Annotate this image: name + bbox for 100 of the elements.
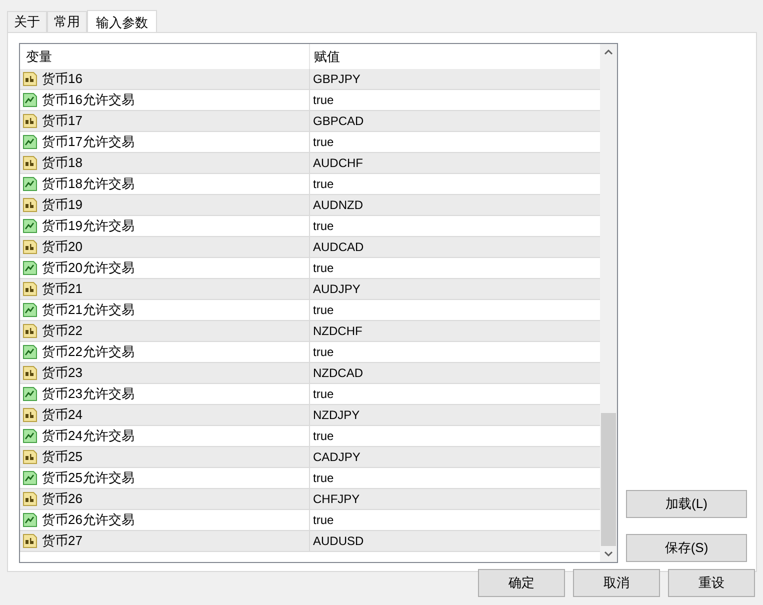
variable-name: 货币21允许交易 — [42, 301, 134, 320]
variable-value: CADJPY — [312, 449, 360, 466]
variable-name: 货币24 — [42, 406, 82, 424]
variable-name: 货币16 — [42, 70, 82, 88]
variable-value: true — [312, 92, 334, 109]
scroll-up-icon[interactable] — [604, 49, 613, 55]
tab[interactable]: 关于 — [7, 11, 47, 32]
variable-name: 货币26 — [42, 490, 82, 508]
boolean-type-icon — [22, 134, 38, 150]
variable-value: true — [312, 470, 334, 487]
text-type-icon — [22, 491, 38, 507]
variable-value: NZDCAD — [312, 365, 363, 382]
table-row[interactable]: 货币16 GBPJPY — [20, 69, 600, 90]
table-row[interactable]: 货币17 GBPCAD — [20, 111, 600, 132]
variable-value: true — [312, 302, 334, 319]
column-header[interactable]: 赋值 — [310, 46, 340, 66]
table-row[interactable]: 货币24 NZDJPY — [20, 405, 600, 426]
boolean-type-icon — [22, 176, 38, 192]
variable-value: AUDJPY — [312, 281, 360, 298]
variable-name: 货币17允许交易 — [42, 133, 134, 152]
text-type-icon — [22, 281, 38, 297]
dialog-button[interactable]: 确定 — [478, 569, 565, 597]
boolean-type-icon — [22, 512, 38, 528]
text-type-icon — [22, 155, 38, 171]
variable-value: true — [312, 260, 334, 277]
variable-name: 货币24允许交易 — [42, 427, 134, 446]
table-row[interactable]: 货币24允许交易 true — [20, 426, 600, 447]
table-row[interactable]: 货币17允许交易 true — [20, 132, 600, 153]
boolean-type-icon — [22, 260, 38, 276]
variable-value: GBPJPY — [312, 71, 360, 88]
variable-value: true — [312, 344, 334, 361]
dialog-button[interactable]: 取消 — [573, 569, 660, 597]
side-button[interactable]: 保存(S) — [626, 534, 747, 562]
table-row[interactable]: 货币21 AUDJPY — [20, 279, 600, 300]
variable-value: AUDUSD — [312, 533, 364, 550]
scroll-down-icon[interactable] — [604, 551, 613, 557]
table-row[interactable]: 货币25允许交易 true — [20, 468, 600, 489]
table-row[interactable]: 货币19允许交易 true — [20, 216, 600, 237]
boolean-type-icon — [22, 344, 38, 360]
variable-name: 货币23允许交易 — [42, 385, 134, 404]
text-type-icon — [22, 533, 38, 549]
variable-name: 货币27 — [42, 532, 82, 550]
text-type-icon — [22, 197, 38, 213]
boolean-type-icon — [22, 302, 38, 318]
text-type-icon — [22, 407, 38, 423]
table-row[interactable]: 货币23 NZDCAD — [20, 363, 600, 384]
table-row[interactable]: 货币25 CADJPY — [20, 447, 600, 468]
variable-value: true — [312, 512, 334, 529]
dialog-button[interactable]: 重设 — [668, 569, 755, 597]
table-row[interactable]: 货币26允许交易 true — [20, 510, 600, 531]
variable-name: 货币17 — [42, 112, 82, 130]
variable-name: 货币18 — [42, 154, 82, 172]
variable-value: CHFJPY — [312, 491, 360, 508]
text-type-icon — [22, 71, 38, 87]
variable-name: 货币20 — [42, 238, 82, 256]
variable-value: NZDCHF — [312, 323, 362, 340]
variable-name: 货币21 — [42, 280, 82, 298]
variable-name: 货币19 — [42, 196, 82, 214]
scrollbar[interactable] — [600, 44, 617, 562]
table-row[interactable]: 货币21允许交易 true — [20, 300, 600, 321]
table-row[interactable]: 货币22允许交易 true — [20, 342, 600, 363]
variable-name: 货币25 — [42, 448, 82, 466]
text-type-icon — [22, 449, 38, 465]
boolean-type-icon — [22, 428, 38, 444]
variable-name: 货币19允许交易 — [42, 217, 134, 236]
variable-name: 货币20允许交易 — [42, 259, 134, 278]
variable-value: GBPCAD — [312, 113, 364, 130]
variable-value: AUDCAD — [312, 239, 364, 256]
tab[interactable]: 输入参数 — [87, 10, 157, 34]
table-row[interactable]: 货币20 AUDCAD — [20, 237, 600, 258]
table-row[interactable]: 货币20允许交易 true — [20, 258, 600, 279]
text-type-icon — [22, 323, 38, 339]
text-type-icon — [22, 239, 38, 255]
table-row[interactable]: 货币23允许交易 true — [20, 384, 600, 405]
table-row[interactable]: 货币27 AUDUSD — [20, 531, 600, 552]
table-row[interactable]: 货币26 CHFJPY — [20, 489, 600, 510]
variable-value: true — [312, 176, 334, 193]
text-type-icon — [22, 365, 38, 381]
variable-value: AUDCHF — [312, 155, 363, 172]
variable-name: 货币22 — [42, 322, 82, 340]
table-row[interactable]: 货币18 AUDCHF — [20, 153, 600, 174]
table-row[interactable]: 货币16允许交易 true — [20, 90, 600, 111]
variable-value: true — [312, 428, 334, 445]
variable-name: 货币23 — [42, 364, 82, 382]
table-row[interactable]: 货币19 AUDNZD — [20, 195, 600, 216]
boolean-type-icon — [22, 386, 38, 402]
scroll-thumb[interactable] — [601, 413, 616, 546]
variable-value: true — [312, 386, 334, 403]
boolean-type-icon — [22, 92, 38, 108]
variable-name: 货币18允许交易 — [42, 175, 134, 194]
variable-name: 货币26允许交易 — [42, 511, 134, 530]
variable-name: 货币22允许交易 — [42, 343, 134, 362]
boolean-type-icon — [22, 470, 38, 486]
table-row[interactable]: 货币18允许交易 true — [20, 174, 600, 195]
table-row[interactable]: 货币22 NZDCHF — [20, 321, 600, 342]
tab[interactable]: 常用 — [47, 11, 87, 32]
variable-value: true — [312, 218, 334, 235]
boolean-type-icon — [22, 218, 38, 234]
variable-value: NZDJPY — [312, 407, 360, 424]
side-button[interactable]: 加载(L) — [626, 490, 747, 518]
